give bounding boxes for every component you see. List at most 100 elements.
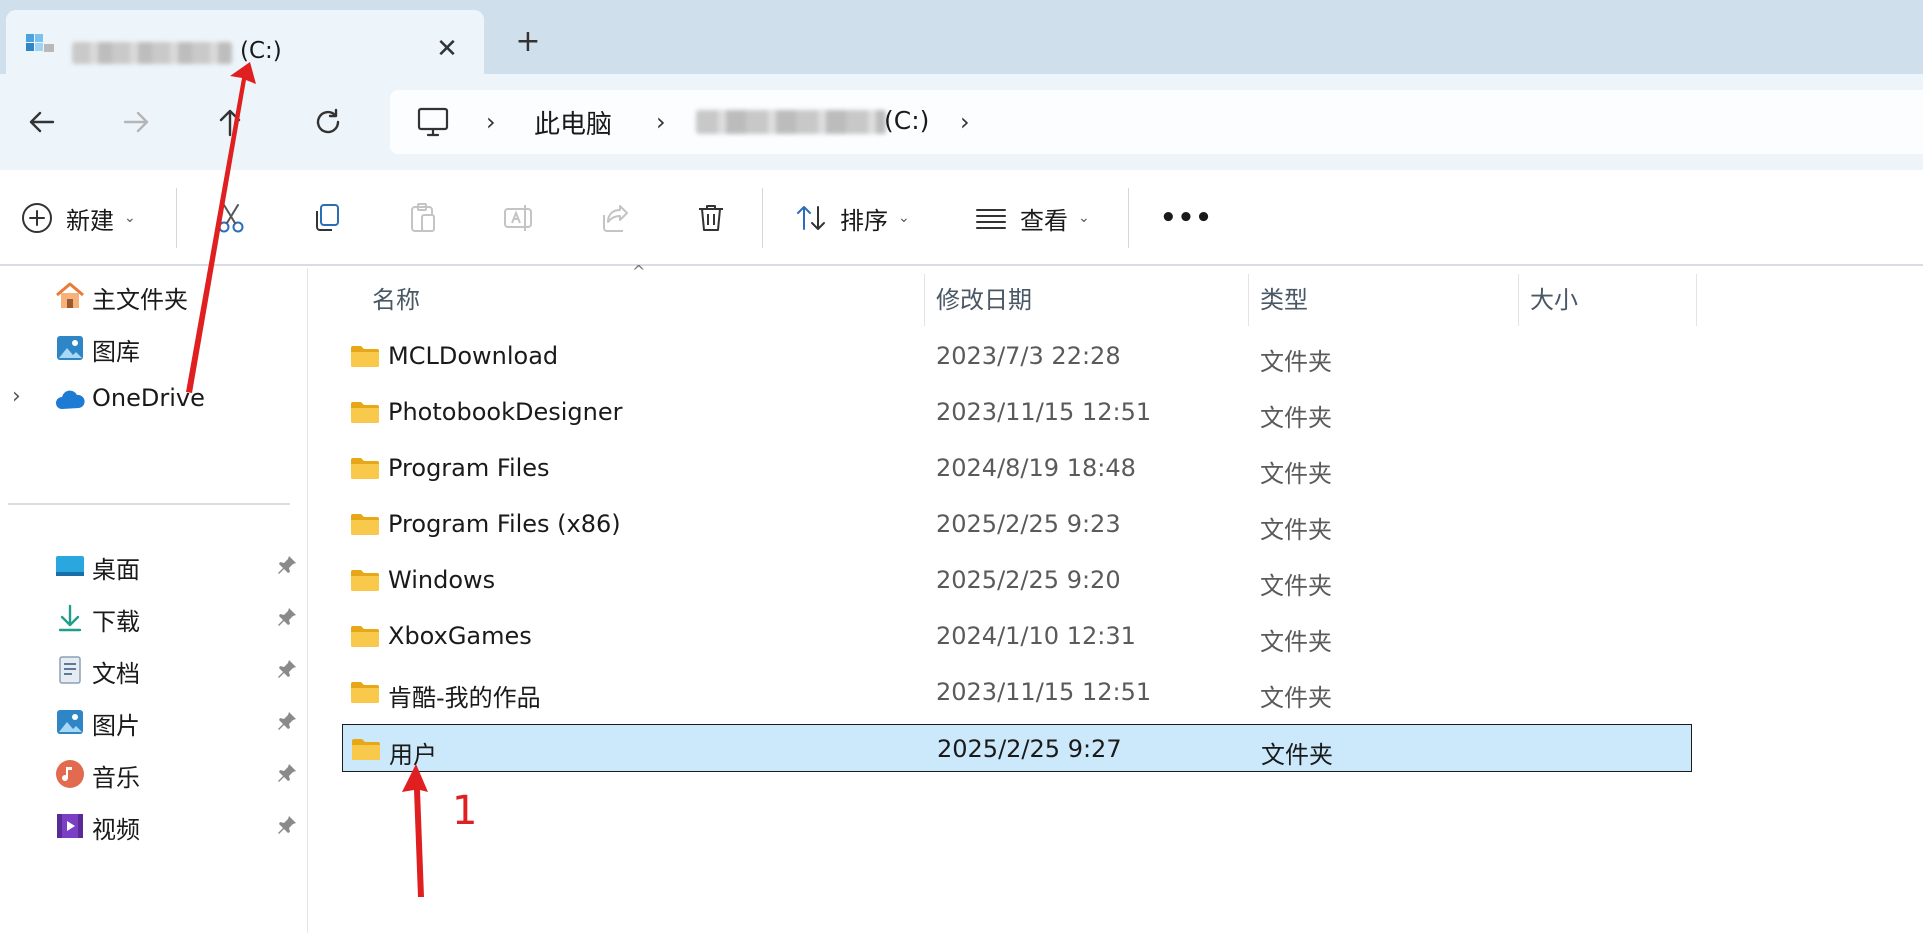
chevron-right-icon[interactable]: › <box>12 384 21 409</box>
file-type: 文件夹 <box>1260 460 1332 488</box>
file-modified-date: 2025/2/25 9:20 <box>936 566 1121 594</box>
table-row[interactable]: Windows 2025/2/25 9:20 文件夹 <box>342 556 1692 604</box>
breadcrumb-separator[interactable]: › <box>656 108 666 136</box>
drive-icon <box>26 34 54 52</box>
toolbar-divider <box>1128 188 1129 248</box>
sidebar-item-documents[interactable]: 文档 <box>0 644 308 694</box>
column-header-type[interactable]: 类型 <box>1260 280 1308 326</box>
file-modified-date: 2024/8/19 18:48 <box>936 454 1136 482</box>
table-row[interactable]: Program Files (x86) 2025/2/25 9:23 文件夹 <box>342 500 1692 548</box>
pin-icon[interactable] <box>276 606 298 628</box>
sidebar-item-label: 文档 <box>92 660 140 688</box>
breadcrumb-drive-c[interactable]: (C:) <box>884 106 929 135</box>
sidebar-item-pictures[interactable]: 图片 <box>0 696 308 746</box>
file-modified-date: 2023/11/15 12:51 <box>936 398 1152 426</box>
sidebar-item-label: OneDrive <box>92 384 205 412</box>
pin-icon[interactable] <box>276 658 298 680</box>
table-row[interactable]: PhotobookDesigner 2023/11/15 12:51 文件夹 <box>342 388 1692 436</box>
pin-icon[interactable] <box>276 814 298 836</box>
file-name: MCLDownload <box>388 342 559 370</box>
new-tab-button[interactable]: + <box>512 26 544 58</box>
column-header-modified[interactable]: 修改日期 <box>936 280 1032 326</box>
table-row[interactable]: Program Files 2024/8/19 18:48 文件夹 <box>342 444 1692 492</box>
pin-icon[interactable] <box>276 554 298 576</box>
pin-icon[interactable] <box>276 710 298 732</box>
trash-icon <box>699 205 723 231</box>
sort-icon <box>797 206 825 230</box>
arrow-right-icon <box>123 111 149 133</box>
copy-icon <box>316 204 339 231</box>
breadcrumb-this-pc[interactable]: 此电脑 <box>534 104 612 141</box>
refresh-button[interactable] <box>308 102 348 142</box>
table-row[interactable]: MCLDownload 2023/7/3 22:28 文件夹 <box>342 332 1692 380</box>
close-icon[interactable]: ✕ <box>432 34 462 64</box>
new-button[interactable]: 新建 ⌄ <box>20 192 136 244</box>
pictures-icon <box>57 710 83 734</box>
back-button[interactable] <box>22 102 62 142</box>
rename-icon <box>504 205 532 231</box>
arrow-up-icon <box>219 109 241 137</box>
file-list: ^ 名称 修改日期 类型 大小 MCLDownload 2023/7/3 22:2… <box>308 262 1923 933</box>
sidebar-item-label: 桌面 <box>92 556 140 584</box>
clipboard-icon <box>411 203 435 232</box>
folder-icon <box>351 458 379 479</box>
rename-button[interactable] <box>502 192 536 244</box>
table-row[interactable]: 用户 2025/2/25 9:27 文件夹 <box>342 724 1692 772</box>
column-header-name[interactable]: 名称 <box>372 280 420 326</box>
command-bar: 新建 ⌄ 排序 ⌄ 查看 ⌄ ••• <box>0 170 1923 266</box>
folder-icon <box>351 682 379 703</box>
folder-icon <box>352 739 380 760</box>
sidebar-item-music[interactable]: 音乐 <box>0 748 308 798</box>
forward-button[interactable] <box>116 102 156 142</box>
sidebar-item-label: 下载 <box>92 608 140 636</box>
cut-button[interactable] <box>214 192 248 244</box>
up-button[interactable] <box>210 102 250 142</box>
sidebar-item-onedrive[interactable]: › OneDrive <box>0 374 308 424</box>
file-modified-date: 2023/7/3 22:28 <box>936 342 1121 370</box>
column-divider[interactable] <box>924 274 925 326</box>
column-divider[interactable] <box>1248 274 1249 326</box>
breadcrumb-separator[interactable]: › <box>960 108 970 136</box>
table-row[interactable]: XboxGames 2024/1/10 12:31 文件夹 <box>342 612 1692 660</box>
file-modified-date: 2025/2/25 9:23 <box>936 510 1121 538</box>
breadcrumb-separator[interactable]: › <box>486 108 496 136</box>
share-button[interactable] <box>598 192 632 244</box>
music-icon <box>56 760 84 788</box>
column-header-size[interactable]: 大小 <box>1530 280 1578 326</box>
file-type: 文件夹 <box>1261 741 1333 769</box>
download-icon <box>58 604 82 632</box>
arrow-left-icon <box>29 111 55 133</box>
file-type: 文件夹 <box>1260 628 1332 656</box>
sort-button[interactable]: 排序 ⌄ <box>794 192 910 244</box>
sidebar-item-gallery[interactable]: 图库 <box>0 322 308 372</box>
file-name: 用户 <box>389 741 437 769</box>
cloud-icon <box>56 390 85 409</box>
tab-drive-c[interactable]: (C:) ✕ <box>6 10 484 74</box>
sidebar-item-desktop[interactable]: 桌面 <box>0 540 308 590</box>
video-icon <box>57 814 83 838</box>
column-divider[interactable] <box>1696 274 1697 326</box>
address-bar[interactable]: › 此电脑 › (C:) › <box>390 90 1923 154</box>
file-name: PhotobookDesigner <box>388 398 623 426</box>
more-options-button[interactable]: ••• <box>1160 192 1213 244</box>
file-name: Program Files <box>388 454 550 482</box>
redacted-drive-name <box>72 42 232 64</box>
delete-button[interactable] <box>694 192 728 244</box>
sort-indicator-icon: ^ <box>632 262 646 281</box>
view-button[interactable]: 查看 ⌄ <box>974 192 1090 244</box>
view-button-label: 查看 <box>1020 206 1068 235</box>
pin-icon[interactable] <box>276 762 298 784</box>
home-icon <box>56 282 84 308</box>
sidebar-item-downloads[interactable]: 下载 <box>0 592 308 642</box>
sidebar-divider <box>8 503 290 505</box>
copy-button[interactable] <box>310 192 344 244</box>
file-name: 肯酷-我的作品 <box>388 684 541 712</box>
sidebar-item-label: 图库 <box>92 338 140 366</box>
sidebar-item-home[interactable]: 主文件夹 <box>0 270 308 320</box>
table-row[interactable]: 肯酷-我的作品 2023/11/15 12:51 文件夹 <box>342 668 1692 716</box>
column-divider[interactable] <box>1518 274 1519 326</box>
paste-button[interactable] <box>406 192 440 244</box>
file-type: 文件夹 <box>1260 404 1332 432</box>
sidebar-item-videos[interactable]: 视频 <box>0 800 308 850</box>
document-icon <box>59 656 81 684</box>
